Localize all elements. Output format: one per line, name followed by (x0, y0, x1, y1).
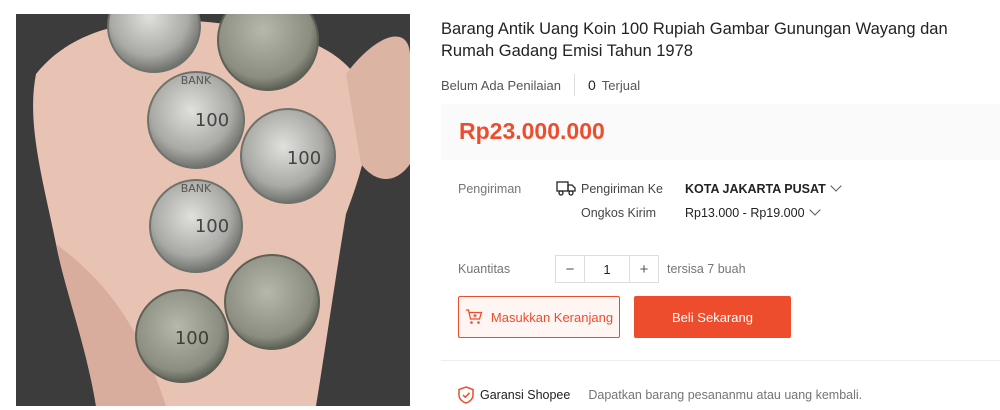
truck-icon (556, 180, 576, 201)
shipping-destination[interactable]: KOTA JAKARTA PUSAT (685, 180, 842, 196)
shipping-cost-label: Ongkos Kirim (581, 206, 657, 220)
add-to-cart-label: Masukkan Keranjang (490, 309, 614, 325)
product-price: Rp23.000.000 (459, 118, 605, 144)
shield-icon (458, 386, 474, 404)
shipping-cost-text: Rp13.000 - Rp19.000 (685, 206, 805, 220)
cart-icon (465, 309, 483, 325)
price-section: Rp23.000.000 (441, 104, 1000, 160)
shipping-to-label: Pengiriman Ke (581, 182, 663, 196)
coin: 100 (240, 108, 336, 204)
shipping-label: Pengiriman (458, 182, 522, 196)
svg-text:100: 100 (175, 328, 209, 349)
chevron-down-icon (830, 180, 842, 192)
quantity-decrease-button[interactable]: − (555, 255, 585, 283)
sold-label: Terjual (601, 77, 641, 93)
product-image[interactable]: BANK 100 100 BANK 100 100 (16, 14, 410, 406)
quantity-increase-button[interactable]: + (629, 255, 659, 283)
shipping-destination-text: KOTA JAKARTA PUSAT (685, 182, 826, 196)
section-divider (441, 360, 1000, 361)
coin: BANK 100 (147, 71, 245, 169)
guarantee-row: Garansi Shopee Dapatkan barang pesananmu… (458, 386, 862, 404)
shipping-cost[interactable]: Rp13.000 - Rp19.000 (685, 204, 821, 220)
rating-text[interactable]: Belum Ada Penilaian (441, 78, 561, 93)
coin: BANK 100 (149, 179, 243, 273)
product-meta: Belum Ada Penilaian 0 Terjual (441, 74, 640, 96)
buy-now-button[interactable]: Beli Sekarang (634, 296, 791, 338)
buy-now-label: Beli Sekarang (672, 309, 753, 325)
quantity-stepper: − 1 + (555, 255, 659, 283)
svg-text:BANK: BANK (181, 182, 212, 195)
quantity-input[interactable]: 1 (585, 255, 629, 283)
coin: 100 (135, 289, 229, 383)
guarantee-description: Dapatkan barang pesananmu atau uang kemb… (588, 388, 863, 402)
product-title: Barang Antik Uang Koin 100 Rupiah Gambar… (441, 20, 948, 60)
svg-text:100: 100 (195, 216, 229, 237)
sold-count: 0 (587, 77, 596, 93)
add-to-cart-button[interactable]: Masukkan Keranjang (458, 296, 620, 338)
coin (224, 254, 320, 350)
meta-divider (573, 74, 575, 96)
stock-remaining: tersisa 7 buah (667, 262, 746, 276)
quantity-label: Kuantitas (458, 262, 511, 276)
guarantee-name[interactable]: Garansi Shopee (480, 388, 570, 402)
chevron-down-icon (808, 204, 821, 216)
svg-text:BANK: BANK (181, 74, 212, 87)
svg-text:100: 100 (287, 148, 321, 169)
svg-text:100: 100 (195, 110, 229, 131)
coins-on-hand-photo: BANK 100 100 BANK 100 100 (16, 14, 410, 406)
